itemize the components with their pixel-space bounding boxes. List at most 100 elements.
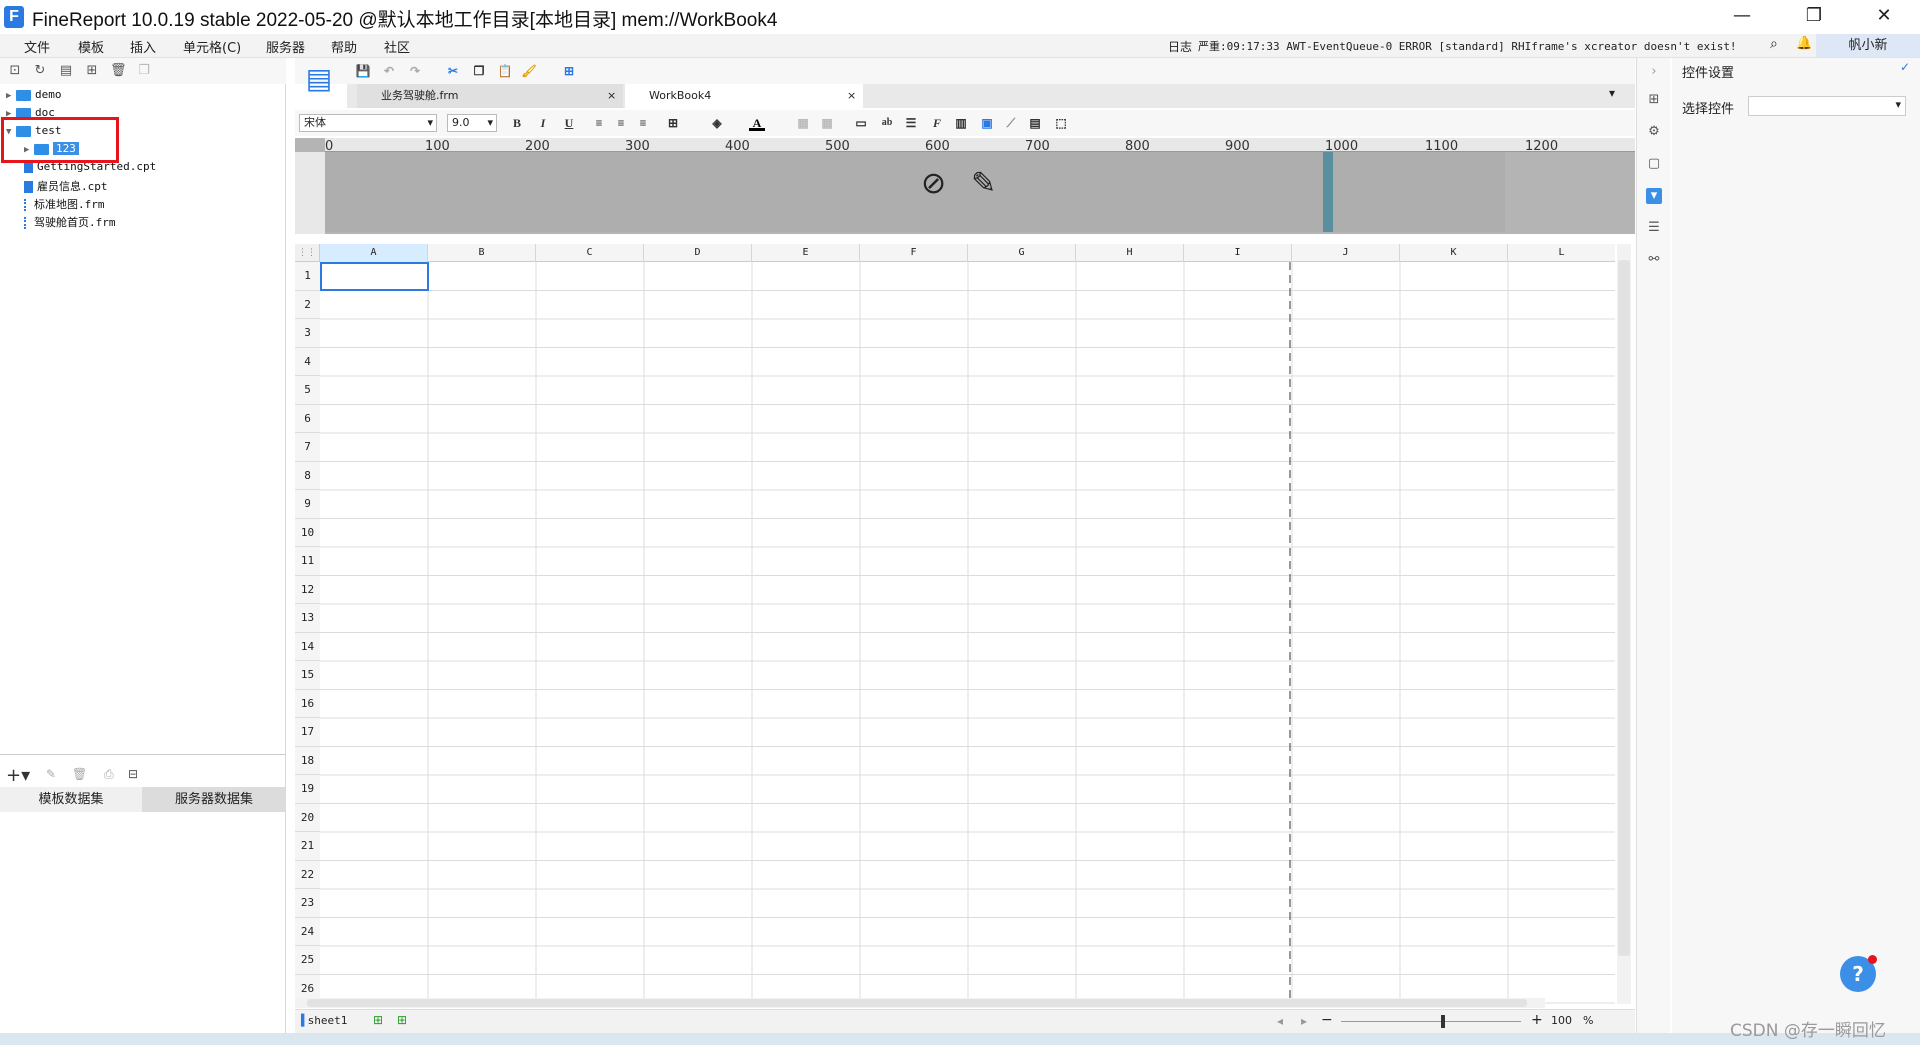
paste-icon[interactable]: 📋 <box>497 63 513 79</box>
row-header-4[interactable]: 4 <box>295 347 320 376</box>
row-header-18[interactable]: 18 <box>295 746 320 775</box>
tab-workbook4[interactable]: WorkBook4 × <box>625 84 863 108</box>
pencil-icon[interactable]: ✎ <box>971 166 996 201</box>
dataset-settings-icon[interactable]: ⊟ <box>128 767 138 781</box>
row-header-19[interactable]: 19 <box>295 775 320 804</box>
tree-item-cockpit[interactable]: 驾驶舱首页.frm <box>24 214 116 231</box>
lock-icon[interactable]: ⊞ <box>84 63 100 79</box>
preview-icon[interactable]: ⎙ <box>104 767 114 782</box>
row-header-22[interactable]: 22 <box>295 860 320 889</box>
hide-eye-icon[interactable]: ⊘ <box>921 166 946 201</box>
row-header-24[interactable]: 24 <box>295 917 320 946</box>
new-template-icon[interactable]: ▤ <box>303 62 335 102</box>
log-label[interactable]: 日志 <box>1168 38 1192 55</box>
align-left-icon[interactable]: ≡ <box>591 115 607 131</box>
row-header-10[interactable]: 10 <box>295 518 320 547</box>
splitter[interactable] <box>0 754 286 762</box>
tab-server-dataset[interactable]: 服务器数据集 <box>142 787 286 812</box>
insert-row-icon[interactable]: ▭ <box>853 115 869 131</box>
row-header-12[interactable]: 12 <box>295 575 320 604</box>
cut-icon[interactable]: ✂ <box>445 63 461 79</box>
undo-icon[interactable]: ↶ <box>381 63 397 79</box>
scrollbar-thumb[interactable] <box>307 999 1527 1007</box>
row-header-8[interactable]: 8 <box>295 461 320 490</box>
font-color-icon[interactable]: A <box>749 115 765 131</box>
row-header-16[interactable]: 16 <box>295 689 320 718</box>
edit-icon[interactable]: ✎ <box>46 767 56 781</box>
column-C[interactable]: C <box>536 244 644 262</box>
row-header-25[interactable]: 25 <box>295 946 320 975</box>
underline-icon[interactable]: U <box>561 115 577 131</box>
new-folder-icon[interactable]: ⊡ <box>7 63 23 79</box>
copy-icon[interactable]: ❐ <box>136 63 152 79</box>
delete-dataset-icon[interactable]: 🗑 <box>72 767 87 781</box>
redo-icon[interactable]: ↷ <box>407 63 423 79</box>
align-right-icon[interactable]: ≡ <box>635 115 651 131</box>
row-header-2[interactable]: 2 <box>295 290 320 319</box>
border-icon[interactable]: ⊞ <box>665 115 681 131</box>
row-header-3[interactable]: 3 <box>295 319 320 348</box>
subreport-icon[interactable]: ▤ <box>1027 115 1043 131</box>
menu-file[interactable]: 文件 <box>24 37 50 56</box>
unmerge-cells-icon[interactable]: ▦ <box>819 115 835 131</box>
bell-icon[interactable]: 🔔 <box>1796 36 1812 51</box>
spreadsheet-grid[interactable]: ⋮⋮ A B C D E F G H I J K L 1 2 3 4 5 6 7 8 9 10 11… <box>295 244 1615 1004</box>
row-header-15[interactable]: 15 <box>295 661 320 690</box>
row-header-13[interactable]: 13 <box>295 604 320 633</box>
scroll-right-icon[interactable]: ▸ <box>1301 1014 1307 1028</box>
row-header-6[interactable]: 6 <box>295 404 320 433</box>
collapse-right-icon[interactable]: › <box>1646 64 1662 80</box>
sheet-tab[interactable]: ▌sheet1 <box>301 1014 347 1027</box>
close-tab-icon[interactable]: × <box>607 84 616 108</box>
row-header-9[interactable]: 9 <box>295 490 320 519</box>
selected-cell[interactable] <box>320 262 429 291</box>
font-family-select[interactable]: 宋体 ▾ <box>299 114 437 132</box>
slash-icon[interactable]: ⟋ <box>1003 115 1019 131</box>
search-icon[interactable]: ⌕ <box>1770 36 1778 52</box>
horizontal-scrollbar[interactable] <box>295 998 1545 1008</box>
condition-attribute-icon[interactable]: ☰ <box>1646 220 1662 236</box>
bold-icon[interactable]: B <box>509 115 525 131</box>
row-header-21[interactable]: 21 <box>295 832 320 861</box>
cell-attribute-icon[interactable]: ⚙ <box>1646 124 1662 140</box>
menu-server[interactable]: 服务器 <box>266 37 305 56</box>
fill-color-icon[interactable]: ◈ <box>709 115 725 131</box>
widget-settings-icon[interactable]: ▾ <box>1646 188 1662 204</box>
scrollbar-thumb[interactable] <box>1618 260 1630 956</box>
select-all-corner[interactable]: ⋮⋮ <box>295 244 320 262</box>
richtext-icon[interactable]: ☰ <box>903 115 919 131</box>
italic-icon[interactable]: I <box>535 115 551 131</box>
align-center-icon[interactable]: ≡ <box>613 115 629 131</box>
close-button[interactable]: ✕ <box>1856 0 1912 34</box>
cell-style-icon[interactable]: ⬚ <box>1053 115 1069 131</box>
zoom-in-icon[interactable]: + <box>1531 1012 1543 1028</box>
preview-template-icon[interactable]: ⊞ <box>561 63 577 79</box>
refresh-icon[interactable]: ↻ <box>32 63 48 79</box>
tab-menu-icon[interactable]: ▾ <box>1609 86 1615 100</box>
column-B[interactable]: B <box>428 244 536 262</box>
row-header-7[interactable]: 7 <box>295 433 320 462</box>
add-dashboard-sheet-icon[interactable]: ⊞ <box>397 1013 407 1027</box>
column-E[interactable]: E <box>752 244 860 262</box>
column-A[interactable]: A <box>320 244 428 262</box>
zoom-slider-handle[interactable] <box>1441 1015 1445 1028</box>
row-header-1[interactable]: 1 <box>295 262 320 291</box>
column-K[interactable]: K <box>1400 244 1508 262</box>
copy-icon[interactable]: ❐ <box>471 63 487 79</box>
select-control-dropdown[interactable]: ▾ <box>1748 96 1906 116</box>
row-header-14[interactable]: 14 <box>295 632 320 661</box>
minimize-button[interactable]: — <box>1714 0 1770 34</box>
zoom-out-icon[interactable]: − <box>1321 1012 1333 1028</box>
chevron-right-icon[interactable]: ▶ <box>6 91 16 101</box>
column-H[interactable]: H <box>1076 244 1184 262</box>
column-I[interactable]: I <box>1184 244 1292 262</box>
row-header-23[interactable]: 23 <box>295 889 320 918</box>
chart-icon[interactable]: ▥ <box>953 115 969 131</box>
tab-template-dataset[interactable]: 模板数据集 <box>0 787 142 812</box>
float-element-icon[interactable]: ▢ <box>1646 156 1662 172</box>
save-icon[interactable]: 💾 <box>355 63 371 79</box>
zoom-value[interactable]: 100 <box>1551 1014 1572 1027</box>
restore-button[interactable]: ❐ <box>1786 0 1842 34</box>
vertical-scrollbar[interactable] <box>1617 244 1631 1004</box>
menu-template[interactable]: 模板 <box>78 37 104 56</box>
